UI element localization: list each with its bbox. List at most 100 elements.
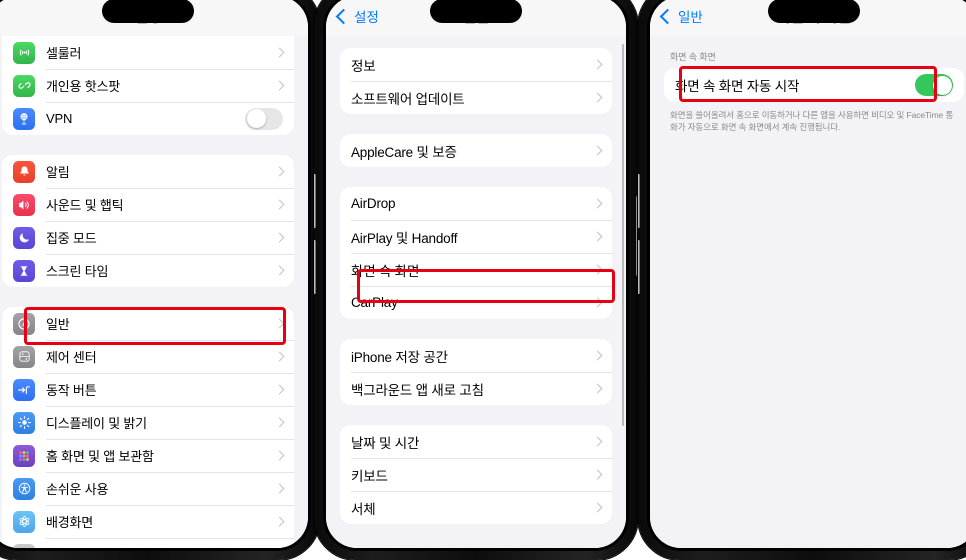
pip-group-auto-start: 화면 속 화면 자동 시작 <box>664 68 964 102</box>
sidebar-item-display-brightness[interactable]: 디스플레이 및 밝기 <box>2 406 294 439</box>
list-item-carplay[interactable]: CarPlay <box>340 286 612 319</box>
phone-2-general: 설정 일반 정보 소프트웨어 업데이트 <box>314 0 638 560</box>
pip-auto-start-toggle[interactable] <box>915 74 953 96</box>
cellular-icon <box>13 41 35 64</box>
back-button[interactable]: 일반 <box>659 0 703 36</box>
list-item-date-time[interactable]: 날짜 및 시간 <box>340 425 612 458</box>
settings-list[interactable]: 셀룰러 개인용 핫스팟 VPN 알림 사운드 및 햅틱 집중 모드 스크린 타임… <box>0 36 308 548</box>
list-item-background-app-refresh[interactable]: 백그라운드 앱 새로 고침 <box>340 372 612 405</box>
list-item-picture-in-picture[interactable]: 화면 속 화면 <box>340 253 612 286</box>
chevron-right-icon <box>592 436 603 447</box>
sidebar-item-label: VPN <box>46 111 73 126</box>
general-group-connect: AirDrop AirPlay 및 Handoff 화면 속 화면 CarPla… <box>340 187 612 319</box>
toggle-knob <box>932 75 952 95</box>
screen-time-icon <box>13 259 35 282</box>
chevron-right-icon <box>274 232 285 243</box>
chevron-right-icon <box>592 198 603 209</box>
section-header: 화면 속 화면 <box>670 52 716 62</box>
wallpaper-icon <box>13 510 35 533</box>
settings-group-system: 일반 제어 센터 동작 버튼 디스플레이 및 밝기 홈 화면 및 앱 보관함 손… <box>2 307 294 548</box>
general-group-applecare: AppleCare 및 보증 <box>340 134 612 167</box>
chevron-right-icon <box>592 231 603 242</box>
list-item-airdrop[interactable]: AirDrop <box>340 187 612 220</box>
sidebar-item-accessibility[interactable]: 손쉬운 사용 <box>2 472 294 505</box>
sidebar-item-label: 손쉬운 사용 <box>46 482 109 497</box>
list-item-label: CarPlay <box>351 295 398 310</box>
sidebar-item-label: 사운드 및 햅틱 <box>46 198 124 213</box>
general-group-input: 날짜 및 시간 키보드 서체 <box>340 425 612 524</box>
dynamic-island <box>102 0 194 23</box>
sidebar-item-screen-time[interactable]: 스크린 타임 <box>2 254 294 287</box>
sidebar-item-label: 알림 <box>46 165 70 180</box>
pip-auto-start-row[interactable]: 화면 속 화면 자동 시작 <box>664 68 964 102</box>
volume-down-button[interactable] <box>638 240 640 294</box>
list-item-label: iPhone 저장 공간 <box>351 349 448 365</box>
general-list[interactable]: 정보 소프트웨어 업데이트 AppleCare 및 보증 AirDrop Air… <box>326 36 626 548</box>
sidebar-item-label: 개인용 핫스팟 <box>46 79 120 94</box>
chevron-right-icon <box>592 383 603 394</box>
sidebar-item-label: 스크린 타임 <box>46 264 109 279</box>
vpn-icon <box>13 107 35 130</box>
vpn-toggle[interactable] <box>245 107 283 130</box>
sidebar-item-vpn[interactable]: VPN <box>2 102 294 135</box>
chevron-right-icon <box>274 318 285 329</box>
sidebar-item-sounds-haptics[interactable]: 사운드 및 햅틱 <box>2 188 294 221</box>
sidebar-item-label: 제어 센터 <box>46 350 97 365</box>
sidebar-item-label: 셀룰러 <box>46 46 82 61</box>
chevron-right-icon <box>592 297 603 308</box>
back-button[interactable]: 설정 <box>335 0 379 36</box>
list-item-label: 키보드 <box>351 468 388 484</box>
list-item-airplay-handoff[interactable]: AirPlay 및 Handoff <box>340 220 612 253</box>
volume-up-button[interactable] <box>314 174 316 228</box>
volume-down-button[interactable] <box>314 240 316 294</box>
sidebar-item-control-center[interactable]: 제어 센터 <box>2 340 294 373</box>
list-item-label: AppleCare 및 보증 <box>351 144 457 160</box>
partial-icon <box>13 543 35 548</box>
phone-3-screen: 일반 화면 속 화면 화면 속 화면 화면 속 화면 자동 시작 화면을 쓸어올… <box>650 0 966 548</box>
sounds-haptics-icon <box>13 193 35 216</box>
dynamic-island <box>768 0 860 23</box>
chevron-right-icon <box>592 59 603 70</box>
phone-1-settings: 설정 셀룰러 <box>0 0 320 560</box>
list-item-applecare[interactable]: AppleCare 및 보증 <box>340 134 612 167</box>
list-item-about[interactable]: 정보 <box>340 48 612 81</box>
chevron-right-icon <box>274 80 285 91</box>
chevron-right-icon <box>274 516 285 527</box>
chevron-right-icon <box>592 145 603 156</box>
general-icon <box>13 312 35 335</box>
sidebar-item-wallpaper[interactable]: 배경화면 <box>2 505 294 538</box>
chevron-right-icon <box>274 483 285 494</box>
volume-up-button[interactable] <box>638 174 640 228</box>
sidebar-item-focus[interactable]: 집중 모드 <box>2 221 294 254</box>
action-button-icon <box>13 378 35 401</box>
back-button-label: 일반 <box>678 10 703 25</box>
chevron-right-icon <box>274 450 285 461</box>
sidebar-item-label: 홈 화면 및 앱 보관함 <box>46 449 154 464</box>
scrollbar-indicator[interactable] <box>621 44 624 426</box>
sidebar-item-general[interactable]: 일반 <box>2 307 294 340</box>
pip-list: 화면 속 화면 화면 속 화면 자동 시작 화면을 쓸어올려서 홈으로 이동하거… <box>650 36 966 548</box>
list-item-label: 정보 <box>351 58 376 74</box>
chevron-left-icon <box>659 8 676 24</box>
list-item-software-update[interactable]: 소프트웨어 업데이트 <box>340 81 612 114</box>
list-item-keyboard[interactable]: 키보드 <box>340 458 612 491</box>
personal-hotspot-icon <box>13 74 35 97</box>
list-item-fonts[interactable]: 서체 <box>340 491 612 524</box>
chevron-right-icon <box>274 265 285 276</box>
sidebar-item-label: 디스플레이 및 밝기 <box>46 416 147 431</box>
list-item-label: 화면 속 화면 <box>351 263 420 279</box>
chevron-right-icon <box>274 417 285 428</box>
sidebar-item-home-screen[interactable]: 홈 화면 및 앱 보관함 <box>2 439 294 472</box>
chevron-right-icon <box>274 47 285 58</box>
list-item-iphone-storage[interactable]: iPhone 저장 공간 <box>340 339 612 372</box>
chevron-right-icon <box>592 92 603 103</box>
sidebar-item-cellular[interactable]: 셀룰러 <box>2 36 294 69</box>
phone-1-screen: 설정 셀룰러 <box>0 0 308 548</box>
sidebar-item-partial[interactable] <box>2 538 294 548</box>
sidebar-item-notifications[interactable]: 알림 <box>2 155 294 188</box>
screenshot-stage: 설정 셀룰러 <box>0 0 966 560</box>
list-item-label: 날짜 및 시간 <box>351 435 420 451</box>
sidebar-item-personal-hotspot[interactable]: 개인용 핫스팟 <box>2 69 294 102</box>
sidebar-item-action-button[interactable]: 동작 버튼 <box>2 373 294 406</box>
phone-2-screen: 설정 일반 정보 소프트웨어 업데이트 <box>326 0 626 548</box>
